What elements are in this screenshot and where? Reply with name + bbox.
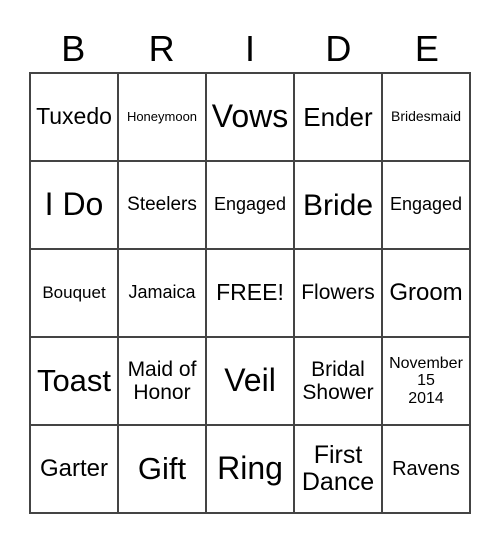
bingo-cell[interactable]: Ender: [294, 73, 382, 161]
bingo-cell[interactable]: Toast: [30, 337, 118, 425]
bingo-cell[interactable]: Bridal Shower: [294, 337, 382, 425]
bingo-cell[interactable]: Flowers: [294, 249, 382, 337]
bingo-cell[interactable]: Veil: [206, 337, 294, 425]
bingo-cell[interactable]: Garter: [30, 425, 118, 513]
bingo-cell[interactable]: Ravens: [382, 425, 470, 513]
bingo-cell[interactable]: November 15 2014: [382, 337, 470, 425]
bingo-cell[interactable]: I Do: [30, 161, 118, 249]
bingo-grid: Tuxedo Honeymoon Vows Ender Bridesmaid I Do St…: [29, 72, 471, 514]
bingo-cell[interactable]: Honeymoon: [118, 73, 206, 161]
bingo-cell[interactable]: Tuxedo: [30, 73, 118, 161]
bingo-cell[interactable]: Bouquet: [30, 249, 118, 337]
header-letter-i: I: [245, 28, 256, 69]
bingo-cell[interactable]: Engaged: [206, 161, 294, 249]
bingo-cell[interactable]: Maid of Honor: [118, 337, 206, 425]
header-letter-b: B: [61, 28, 86, 69]
bingo-cell[interactable]: First Dance: [294, 425, 382, 513]
bingo-cell[interactable]: Bridesmaid: [382, 73, 470, 161]
bingo-cell[interactable]: Groom: [382, 249, 470, 337]
bingo-cell[interactable]: Gift: [118, 425, 206, 513]
header-letter-r: R: [148, 28, 175, 69]
bingo-header: B R I D E: [29, 26, 471, 72]
bingo-cell[interactable]: Jamaica: [118, 249, 206, 337]
header-letter-d: D: [325, 28, 352, 69]
bingo-cell[interactable]: Ring: [206, 425, 294, 513]
bingo-cell[interactable]: Bride: [294, 161, 382, 249]
bingo-cell[interactable]: Steelers: [118, 161, 206, 249]
bingo-cell[interactable]: Vows: [206, 73, 294, 161]
free-space-cell[interactable]: FREE!: [206, 249, 294, 337]
header-letter-e: E: [414, 28, 439, 69]
bingo-cell[interactable]: Engaged: [382, 161, 470, 249]
